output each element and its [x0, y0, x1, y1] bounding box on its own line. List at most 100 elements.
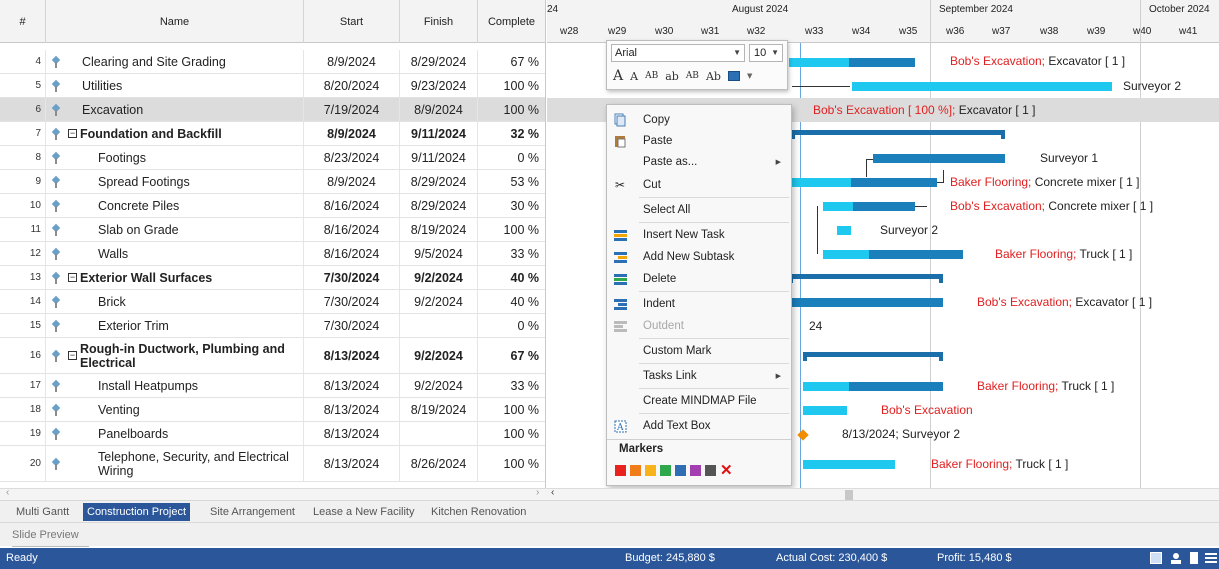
- task-start[interactable]: 8/13/2024: [304, 422, 400, 445]
- task-finish[interactable]: 9/11/2024: [400, 146, 478, 169]
- task-finish[interactable]: [400, 314, 478, 337]
- task-start[interactable]: 8/16/2024: [304, 242, 400, 265]
- uppercase-button[interactable]: AB: [645, 71, 658, 81]
- slide-preview-panel[interactable]: Slide Preview: [0, 522, 1219, 547]
- menu-item-select-all[interactable]: Select All: [607, 199, 791, 221]
- task-name[interactable]: Brick: [66, 290, 304, 313]
- task-bar[interactable]: [803, 382, 943, 391]
- task-complete[interactable]: 100 %: [478, 218, 545, 241]
- task-start[interactable]: 8/13/2024: [304, 338, 400, 373]
- col-header-complete[interactable]: Complete: [478, 0, 545, 43]
- menu-item-paste-as[interactable]: Paste as... ▶: [607, 151, 791, 173]
- menu-item-copy[interactable]: Copy: [607, 109, 791, 131]
- task-start[interactable]: 8/13/2024: [304, 446, 400, 481]
- task-bar[interactable]: [803, 460, 895, 469]
- task-bar[interactable]: [789, 58, 915, 67]
- task-finish[interactable]: 9/11/2024: [400, 122, 478, 145]
- table-row-selected[interactable]: 6 Excavation 7/19/2024 8/9/2024 100 %: [0, 98, 545, 122]
- task-complete[interactable]: 100 %: [478, 74, 545, 97]
- task-bar[interactable]: [823, 202, 915, 211]
- table-row[interactable]: 4 Clearing and Site Grading 8/9/2024 8/2…: [0, 50, 545, 74]
- table-row[interactable]: 17 Install Heatpumps 8/13/2024 9/2/2024 …: [0, 374, 545, 398]
- task-start[interactable]: 8/9/2024: [304, 170, 400, 193]
- table-row[interactable]: 8 Footings 8/23/2024 9/11/2024 0 %: [0, 146, 545, 170]
- table-row-summary[interactable]: 7 − Foundation and Backfill 8/9/2024 9/11…: [0, 122, 545, 146]
- task-start[interactable]: 7/30/2024: [304, 266, 400, 289]
- task-finish[interactable]: 9/2/2024: [400, 290, 478, 313]
- menu-item-cut[interactable]: ✂ Cut: [607, 174, 791, 196]
- grow-font-button[interactable]: A: [613, 68, 623, 84]
- shrink-font-button[interactable]: A: [630, 70, 638, 83]
- task-finish[interactable]: 8/19/2024: [400, 218, 478, 241]
- collapse-toggle-icon[interactable]: −: [68, 273, 77, 282]
- table-row[interactable]: 20 Telephone, Security, and Electrical W…: [0, 446, 545, 482]
- summary-bar[interactable]: [791, 130, 1005, 139]
- col-header-start[interactable]: Start: [304, 0, 400, 43]
- task-finish[interactable]: 8/29/2024: [400, 50, 478, 73]
- task-name[interactable]: Footings: [66, 146, 304, 169]
- task-finish[interactable]: 9/2/2024: [400, 338, 478, 373]
- menu-item-create-mindmap[interactable]: Create MINDMAP File: [607, 390, 791, 412]
- task-complete[interactable]: 67 %: [478, 338, 545, 373]
- task-name[interactable]: − Rough-in Ductwork, Plumbing and Electri…: [66, 338, 304, 373]
- task-complete[interactable]: 53 %: [478, 170, 545, 193]
- table-row[interactable]: 5 Utilities 8/20/2024 9/23/2024 100 %: [0, 74, 545, 98]
- menu-item-tasks-link[interactable]: Tasks Link ▶: [607, 365, 791, 387]
- task-name[interactable]: Telephone, Security, and Electrical Wiri…: [66, 446, 304, 481]
- task-complete[interactable]: 40 %: [478, 266, 545, 289]
- task-start[interactable]: 7/19/2024: [304, 98, 400, 121]
- task-complete[interactable]: 30 %: [478, 194, 545, 217]
- col-header-name[interactable]: Name: [46, 0, 304, 43]
- task-name[interactable]: Concrete Piles: [66, 194, 304, 217]
- task-bar[interactable]: [803, 406, 847, 415]
- task-bar[interactable]: [873, 154, 1005, 163]
- summary-bar[interactable]: [803, 352, 943, 361]
- table-row[interactable]: 18 Venting 8/13/2024 8/19/2024 100 %: [0, 398, 545, 422]
- task-name[interactable]: Utilities: [66, 74, 304, 97]
- task-name[interactable]: Install Heatpumps: [66, 374, 304, 397]
- task-start[interactable]: 8/13/2024: [304, 374, 400, 397]
- tab-lease-a-new-facility[interactable]: Lease a New Facility: [309, 503, 419, 521]
- task-finish[interactable]: 8/9/2024: [400, 98, 478, 121]
- marker-purple[interactable]: [690, 465, 701, 476]
- tab-site-arrangement[interactable]: Site Arrangement: [206, 503, 299, 521]
- task-start[interactable]: 8/23/2024: [304, 146, 400, 169]
- task-complete[interactable]: 32 %: [478, 122, 545, 145]
- summary-bar[interactable]: [789, 274, 943, 283]
- task-name[interactable]: − Foundation and Backfill: [66, 122, 304, 145]
- task-complete[interactable]: 67 %: [478, 50, 545, 73]
- menu-item-paste[interactable]: Paste: [607, 130, 791, 152]
- menu-item-indent[interactable]: Indent: [607, 293, 791, 315]
- menu-item-insert-task[interactable]: Insert New Task: [607, 224, 791, 246]
- col-header-num[interactable]: #: [0, 0, 46, 43]
- task-name[interactable]: Venting: [66, 398, 304, 421]
- scroll-left-icon[interactable]: ‹: [551, 487, 554, 498]
- task-bar[interactable]: [837, 226, 851, 235]
- menu-item-custom-mark[interactable]: Custom Mark: [607, 340, 791, 362]
- marker-gray[interactable]: [705, 465, 716, 476]
- table-row[interactable]: 14 Brick 7/30/2024 9/2/2024 40 %: [0, 290, 545, 314]
- tab-kitchen-renovation[interactable]: Kitchen Renovation: [427, 503, 530, 521]
- fill-color-icon[interactable]: [727, 71, 740, 81]
- task-bar[interactable]: [852, 82, 1112, 91]
- scroll-left-icon[interactable]: ‹: [6, 487, 9, 498]
- task-start[interactable]: 7/30/2024: [304, 314, 400, 337]
- titlecase-button[interactable]: Ab: [706, 70, 721, 83]
- task-finish[interactable]: 9/5/2024: [400, 242, 478, 265]
- task-complete[interactable]: 100 %: [478, 398, 545, 421]
- task-bar[interactable]: [791, 178, 937, 187]
- table-row[interactable]: 9 Spread Footings 8/9/2024 8/29/2024 53 …: [0, 170, 545, 194]
- task-bar[interactable]: [823, 250, 963, 259]
- task-name[interactable]: − Exterior Wall Surfaces: [66, 266, 304, 289]
- task-name[interactable]: Walls: [66, 242, 304, 265]
- list-view-icon[interactable]: [1205, 552, 1217, 564]
- col-header-finish[interactable]: Finish: [400, 0, 478, 43]
- table-row-summary[interactable]: 16 − Rough-in Ductwork, Plumbing and Elec…: [0, 338, 545, 374]
- font-size-select[interactable]: 10 ▼: [749, 44, 783, 62]
- task-finish[interactable]: 8/29/2024: [400, 170, 478, 193]
- gantt-view-icon[interactable]: [1150, 552, 1162, 564]
- task-complete[interactable]: 0 %: [478, 314, 545, 337]
- task-name[interactable]: Exterior Trim: [66, 314, 304, 337]
- resource-view-icon[interactable]: [1170, 552, 1182, 564]
- marker-blue[interactable]: [675, 465, 686, 476]
